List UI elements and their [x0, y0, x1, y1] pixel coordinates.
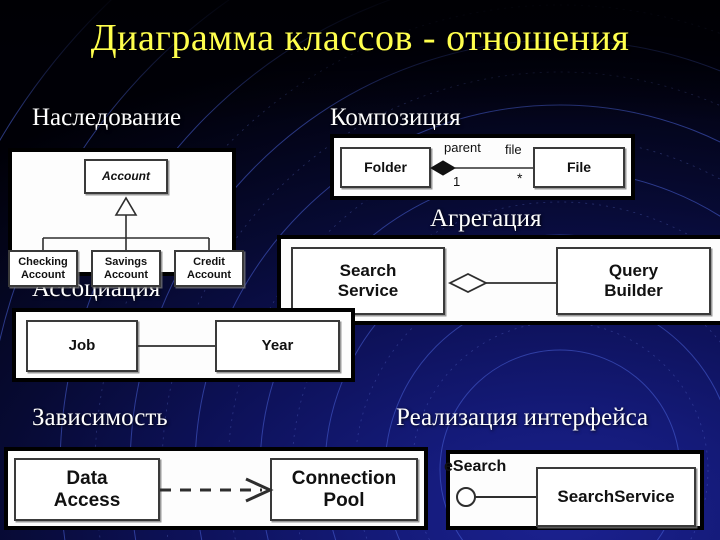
- caption-dependency: Зависимость: [32, 404, 168, 431]
- diagram-composition: Folder File parent file 1 *: [330, 134, 635, 200]
- slide-canvas: Диаграмма классов - отношения Наследован…: [0, 0, 720, 540]
- class-box-credit-account-line2: Account: [187, 268, 231, 281]
- association-connector: [138, 345, 215, 347]
- class-box-savings-account-line2: Account: [104, 268, 148, 281]
- class-box-savings-account-line1: Savings: [104, 255, 148, 268]
- realization-lollipop-connector: [456, 487, 536, 507]
- caption-inheritance: Наследование: [32, 104, 182, 131]
- caption-aggregation: Агрегация: [430, 205, 542, 232]
- class-box-credit-account: Credit Account: [174, 250, 244, 287]
- diagram-association: Job Year: [12, 308, 355, 382]
- class-box-checking-account-line2: Account: [20, 268, 65, 281]
- page-title: Диаграмма классов - отношения: [90, 17, 630, 59]
- diagram-realization: eSearch SearchService: [444, 450, 704, 530]
- multiplicity-one: 1: [453, 174, 461, 189]
- class-box-checking-account-line1: Checking: [18, 255, 68, 268]
- class-box-credit-account-line1: Credit: [193, 255, 225, 268]
- diagram-inheritance: Account Checking Account Savings Account: [8, 148, 244, 287]
- composition-connector: [430, 160, 533, 176]
- class-box-savings-account: Savings Account: [91, 250, 161, 287]
- dependency-connector: [160, 477, 274, 503]
- caption-composition: Композиция: [330, 104, 461, 131]
- role-label-parent: parent: [444, 140, 481, 155]
- multiplicity-many: *: [517, 170, 523, 186]
- diagram-dependency: Data Access Connection Pool: [4, 447, 428, 530]
- caption-realization: Реализация интерфейса: [396, 404, 649, 431]
- role-label-file: file: [505, 142, 522, 157]
- class-box-checking-account: Checking Account: [8, 250, 78, 287]
